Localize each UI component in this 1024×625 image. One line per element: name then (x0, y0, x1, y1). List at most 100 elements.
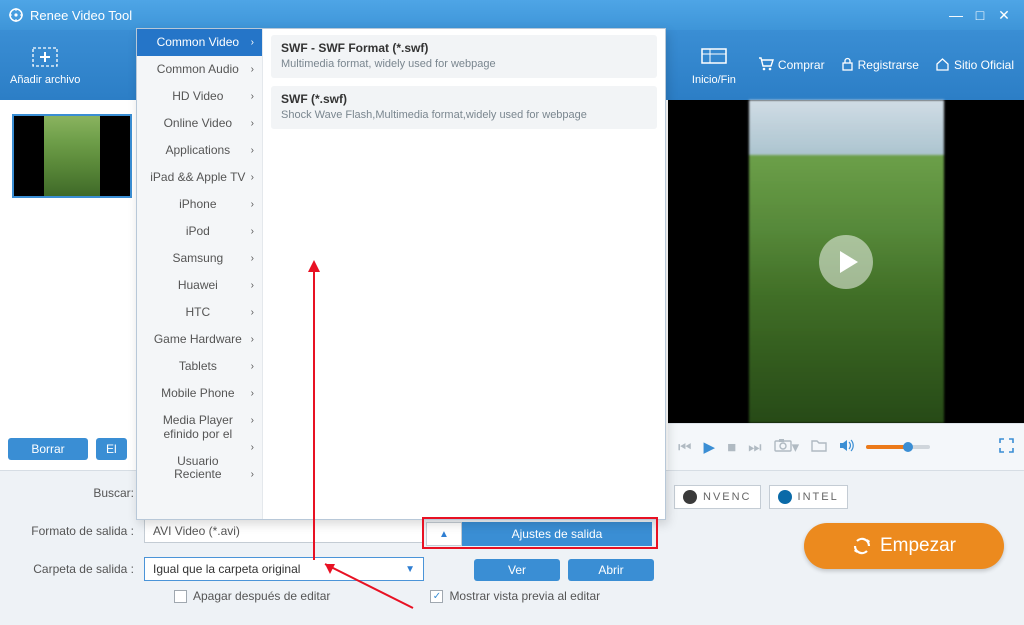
category-label: Tablets (145, 353, 251, 380)
category-htc[interactable]: HTC› (137, 299, 262, 326)
format-result[interactable]: SWF (*.swf)Shock Wave Flash,Multimedia f… (271, 86, 657, 129)
result-title: SWF - SWF Format (*.swf) (281, 41, 647, 55)
ajustes-collapse-button[interactable]: ▲ (426, 522, 462, 546)
chevron-right-icon: › (251, 353, 254, 380)
format-popup: Common Video›Common Audio›HD Video›Onlin… (136, 28, 666, 520)
minimize-button[interactable]: — (944, 7, 968, 23)
category-iphone[interactable]: iPhone› (137, 191, 262, 218)
category-reciente[interactable]: Reciente› (137, 461, 262, 488)
intel-icon (778, 490, 792, 504)
format-result[interactable]: SWF - SWF Format (*.swf) Multimedia forma… (271, 35, 657, 78)
category-common-audio[interactable]: Common Audio› (137, 56, 262, 83)
category-game-hardware[interactable]: Game Hardware› (137, 326, 262, 353)
category-label: HD Video (145, 83, 251, 110)
category-ipad-apple-tv[interactable]: iPad && Apple TV› (137, 164, 262, 191)
category-label: Applications (145, 137, 251, 164)
hardware-badges: NVENC INTEL (674, 485, 1010, 509)
add-file-button[interactable]: Añadir archivo (10, 44, 80, 86)
refresh-icon (852, 536, 872, 556)
result-desc: Multimedia format, widely used for webpa… (281, 58, 647, 70)
el-button[interactable]: El (96, 438, 127, 460)
video-thumbnail[interactable] (12, 114, 132, 198)
category-hd-video[interactable]: HD Video› (137, 83, 262, 110)
lock-icon (841, 57, 854, 74)
registrarse-label: Registrarse (858, 58, 919, 72)
apagar-checkbox[interactable] (174, 590, 187, 603)
content-area: Borrar El Common Video›Common Audio›HD V… (0, 100, 1024, 470)
empezar-label: Empezar (880, 535, 956, 557)
inicio-fin-button[interactable]: Inicio/Fin (692, 44, 736, 86)
next-button[interactable]: ⏭ (748, 439, 762, 456)
carpeta-label: Carpeta de salida : (14, 562, 134, 576)
category-label: Common Video (145, 29, 251, 56)
result-title: SWF (*.swf) (281, 92, 647, 106)
format-category-list: Common Video›Common Audio›HD Video›Onlin… (137, 29, 263, 519)
category-huawei[interactable]: Huawei› (137, 272, 262, 299)
category-label: iPhone (145, 191, 251, 218)
category-label: Reciente (145, 461, 251, 488)
chevron-right-icon: › (251, 110, 254, 137)
ajustes-wrap: ▲ Ajustes de salida (426, 522, 652, 546)
chevron-right-icon: › (251, 83, 254, 110)
category-label: Mobile Phone (145, 380, 251, 407)
open-folder-button[interactable] (811, 439, 827, 456)
carpeta-select[interactable]: Igual que la carpeta original ▼ (144, 557, 424, 581)
list-actions: Borrar El (8, 438, 127, 460)
stop-button[interactable]: ■ (727, 439, 736, 456)
annotation-arrow-vertical (313, 270, 315, 560)
category-mobile-phone[interactable]: Mobile Phone› (137, 380, 262, 407)
play-button[interactable]: ▶ (704, 438, 716, 456)
add-file-label: Añadir archivo (10, 74, 80, 86)
prev-button[interactable]: ⏮ (678, 439, 692, 456)
empezar-button[interactable]: Empezar (804, 523, 1004, 569)
preview-checkbox-row: Mostrar vista previa al editar (430, 589, 600, 603)
video-preview-panel: ⏮ ▶ ■ ⏭ ▾ (668, 100, 1024, 470)
category-online-video[interactable]: Online Video› (137, 110, 262, 137)
fullscreen-button[interactable] (999, 438, 1014, 457)
category-common-video[interactable]: Common Video› (137, 29, 262, 56)
category-label: Common Audio (145, 56, 251, 83)
sitio-label: Sitio Oficial (954, 58, 1014, 72)
category-ipod[interactable]: iPod› (137, 218, 262, 245)
chevron-right-icon: › (251, 407, 254, 434)
chevron-right-icon: › (251, 191, 254, 218)
nvenc-label: NVENC (703, 491, 752, 503)
apagar-label: Apagar después de editar (193, 589, 330, 603)
preview-checkbox[interactable] (430, 590, 443, 603)
borrar-button[interactable]: Borrar (8, 438, 88, 460)
checkbox-row: Apagar después de editar Mostrar vista p… (14, 589, 674, 603)
comprar-link[interactable]: Comprar (758, 57, 825, 74)
bottom-right: NVENC INTEL Empezar (674, 481, 1010, 615)
ver-button[interactable]: Ver (474, 559, 560, 581)
category-label: Samsung (145, 245, 251, 272)
maximize-button[interactable]: □ (968, 7, 992, 23)
preview-label: Mostrar vista previa al editar (449, 589, 600, 603)
buscar-label: Buscar: (74, 486, 134, 500)
top-right-links: Comprar Registrarse Sitio Oficial (758, 57, 1014, 74)
abrir-button[interactable]: Abrir (568, 559, 654, 581)
category-applications[interactable]: Applications› (137, 137, 262, 164)
play-overlay-button[interactable] (819, 235, 873, 289)
category-label: Game Hardware (145, 326, 251, 353)
registrarse-link[interactable]: Registrarse (841, 57, 919, 74)
chevron-right-icon: › (251, 272, 254, 299)
inicio-fin-label: Inicio/Fin (692, 74, 736, 86)
category-samsung[interactable]: Samsung› (137, 245, 262, 272)
title-bar: Renee Video Tool — □ ✕ (0, 0, 1024, 30)
snapshot-button[interactable]: ▾ (774, 438, 800, 456)
volume-icon[interactable] (839, 439, 854, 456)
volume-slider[interactable] (866, 445, 930, 449)
left-column: Borrar El Common Video›Common Audio›HD V… (0, 100, 668, 470)
category-tablets[interactable]: Tablets› (137, 353, 262, 380)
category-efinido-por-el-usuario[interactable]: efinido por el Usuario› (137, 434, 262, 461)
intel-badge[interactable]: INTEL (769, 485, 848, 509)
nvenc-badge[interactable]: NVENC (674, 485, 761, 509)
formato-select[interactable]: AVI Video (*.avi) (144, 519, 424, 543)
ajustes-salida-button[interactable]: Ajustes de salida (462, 522, 652, 546)
app-title: Renee Video Tool (30, 8, 132, 23)
category-label: iPod (145, 218, 251, 245)
close-button[interactable]: ✕ (992, 7, 1016, 24)
formato-value: AVI Video (*.avi) (153, 524, 240, 538)
sitio-oficial-link[interactable]: Sitio Oficial (935, 57, 1014, 74)
nvenc-icon (683, 490, 697, 504)
